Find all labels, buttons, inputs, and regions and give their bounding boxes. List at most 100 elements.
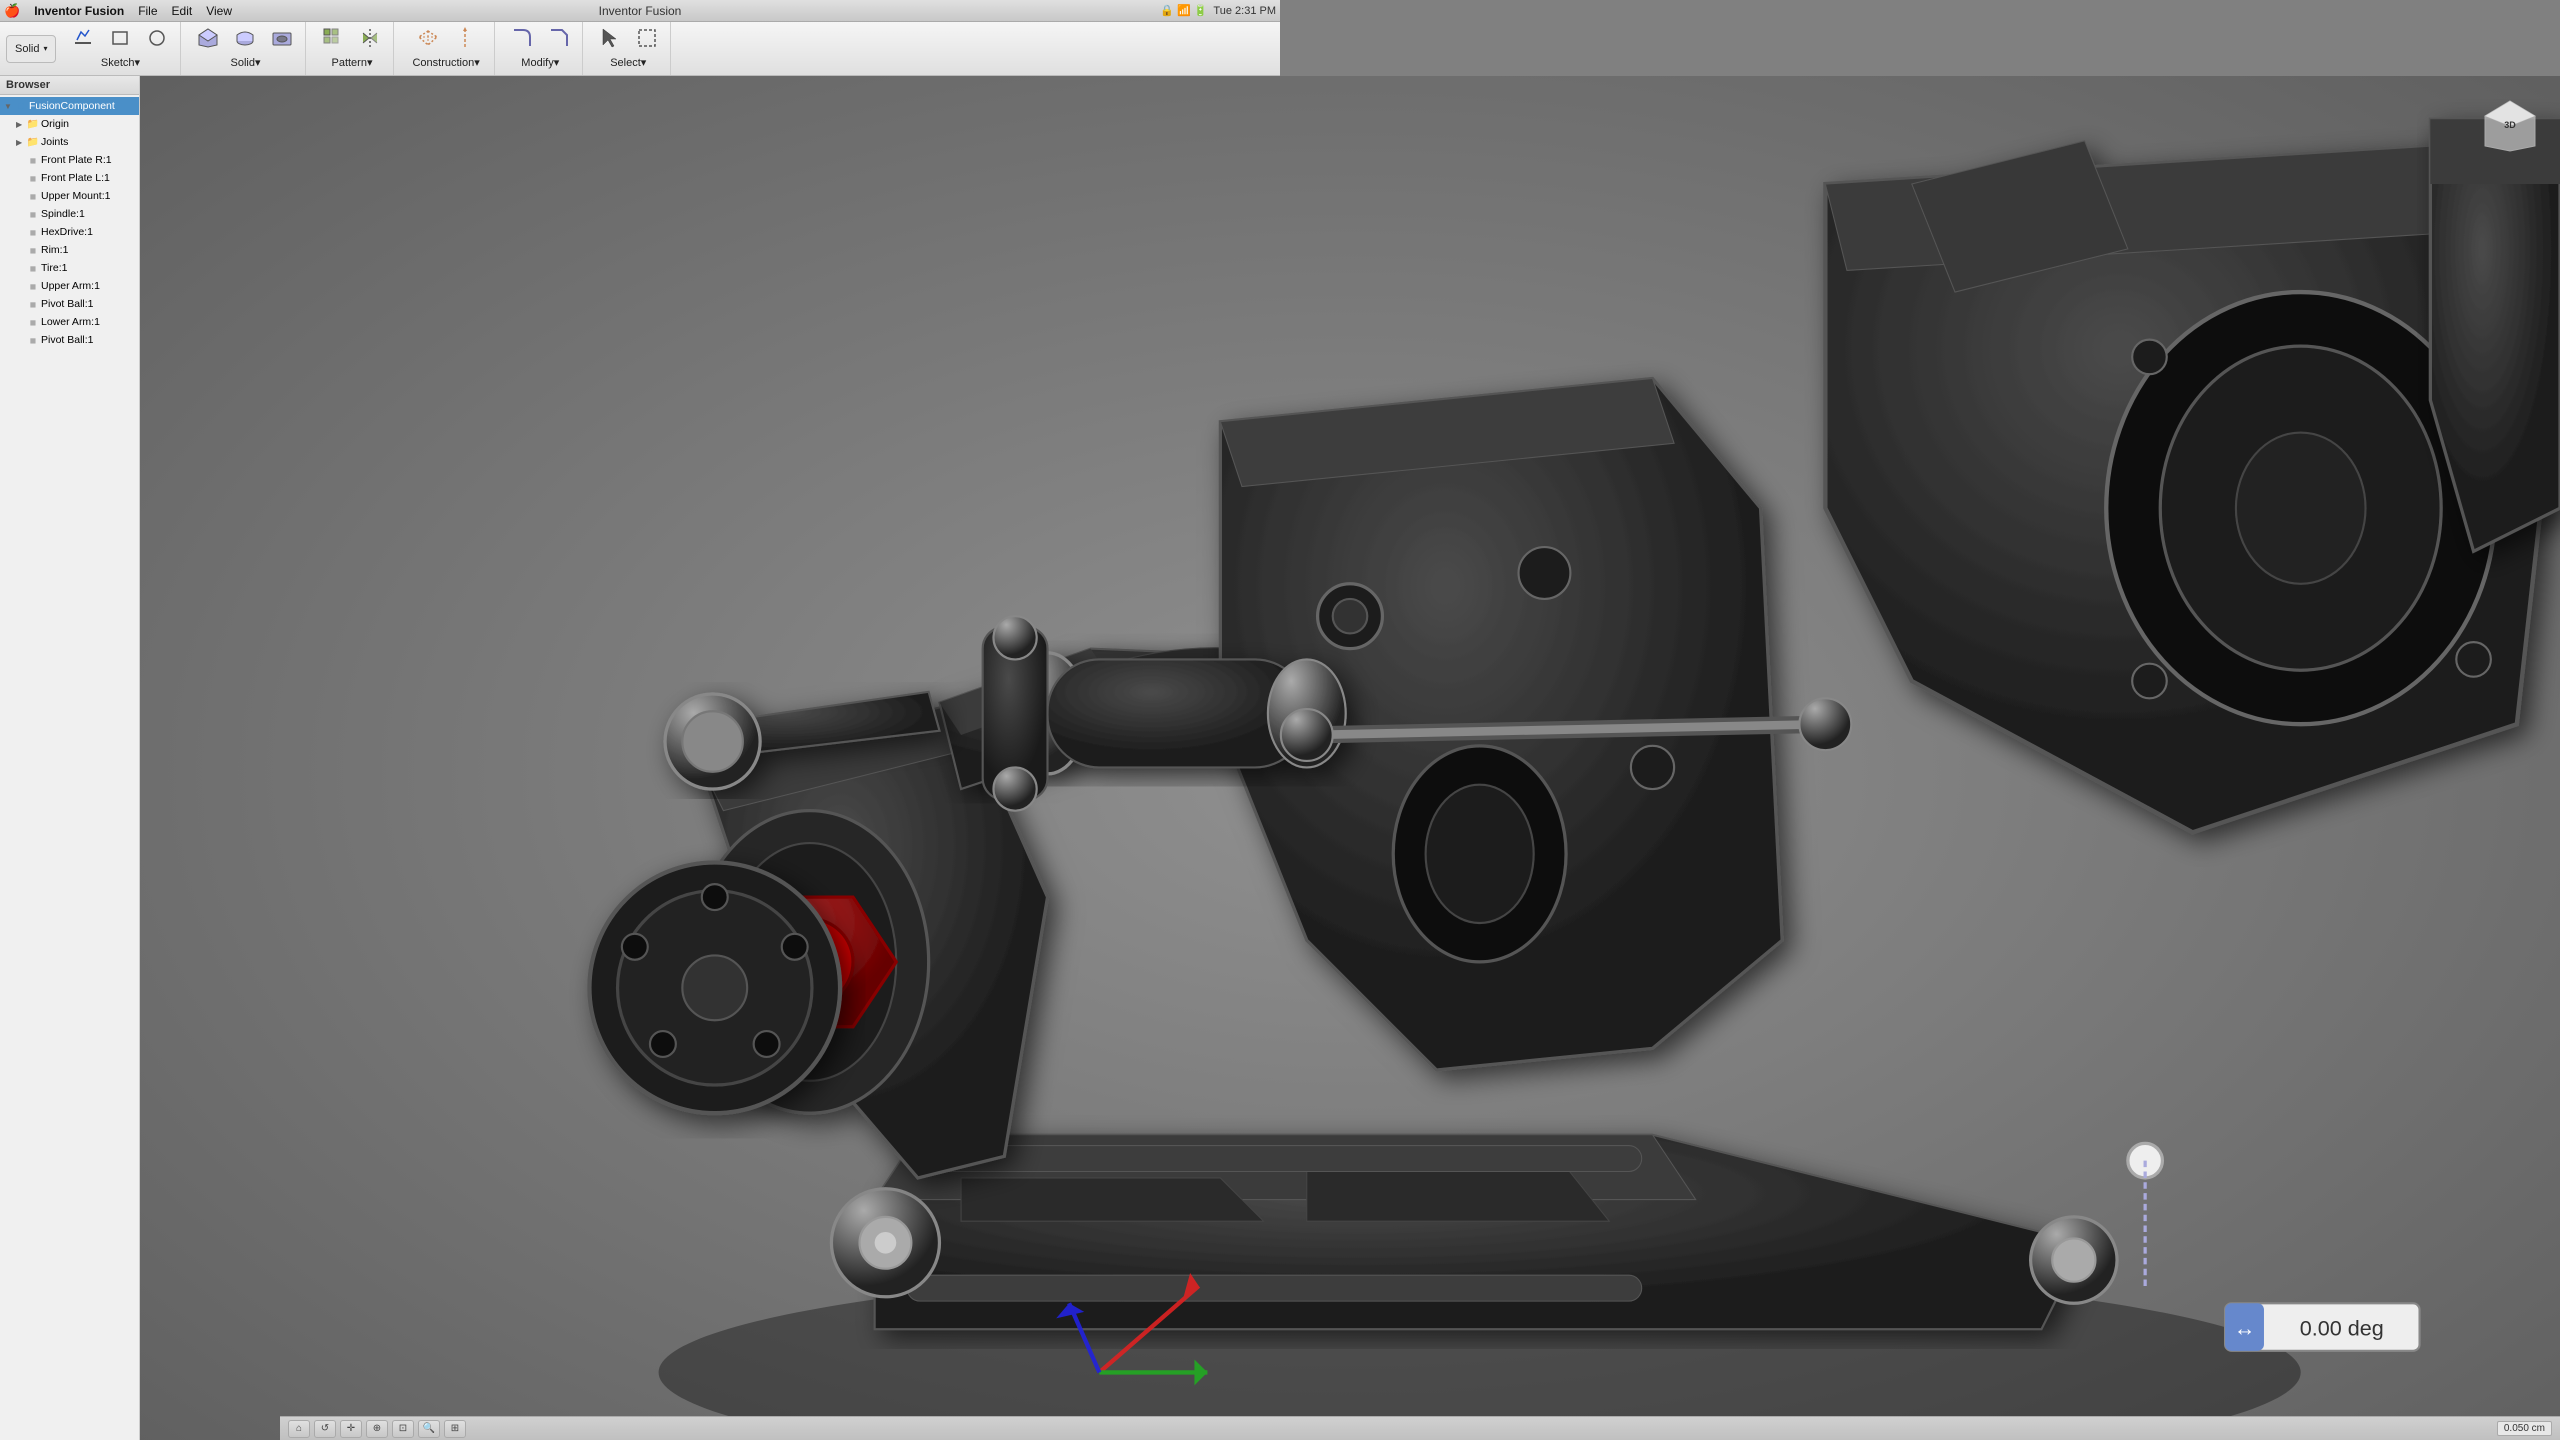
nav-zoom-btn[interactable]: ⊕ bbox=[366, 1420, 388, 1438]
file-menu-item[interactable]: File bbox=[132, 3, 163, 19]
solid-revolve-btn[interactable] bbox=[228, 24, 262, 52]
browser-tree-item-pivot-ball-1a[interactable]: ◼Pivot Ball:1 bbox=[0, 295, 139, 313]
tree-item-icon: ◼ bbox=[27, 226, 39, 238]
browser-tree-item-fusion-component[interactable]: ▼⬡FusionComponent bbox=[0, 97, 139, 115]
nav-toolbar: ⌂ ↺ ✛ ⊕ ⊡ 🔍 ⊞ bbox=[288, 1420, 466, 1438]
solid-hole-btn[interactable] bbox=[265, 24, 299, 52]
modify-chamfer-btn[interactable] bbox=[542, 24, 576, 52]
tree-expand-arrow: ▼ bbox=[4, 102, 14, 111]
modify-dropdown[interactable]: Modify▾ bbox=[513, 52, 567, 73]
tree-item-icon: ⬡ bbox=[15, 100, 27, 112]
app-title: Inventor Fusion bbox=[599, 4, 682, 18]
modify-label: Modify▾ bbox=[521, 56, 559, 69]
pattern-mirror-btn[interactable] bbox=[353, 24, 387, 52]
solid-hole-icon bbox=[270, 26, 294, 50]
measurement-display: 0.050 cm bbox=[2497, 1421, 2552, 1436]
tree-item-icon: ◼ bbox=[27, 298, 39, 310]
sketch-icon-btn[interactable] bbox=[66, 24, 100, 52]
select-box-btn[interactable] bbox=[630, 24, 664, 52]
nav-pan-btn[interactable]: ✛ bbox=[340, 1420, 362, 1438]
pattern-label: Pattern▾ bbox=[331, 56, 372, 69]
browser-tree-item-front-plate-r1[interactable]: ◼Front Plate R:1 bbox=[0, 151, 139, 169]
pattern-mirror-icon bbox=[358, 26, 382, 50]
browser-panel: Browser ▼⬡FusionComponent▶📁Origin▶📁Joint… bbox=[0, 76, 140, 1440]
menu-bar: 🍎 Inventor Fusion File Edit View Invento… bbox=[0, 0, 1280, 22]
browser-tree-item-upper-mount-1[interactable]: ◼Upper Mount:1 bbox=[0, 187, 139, 205]
svg-text:3D: 3D bbox=[2504, 120, 2516, 130]
tree-item-label: Upper Arm:1 bbox=[41, 280, 100, 292]
tree-item-label: Upper Mount:1 bbox=[41, 190, 110, 202]
nav-home-btn[interactable]: ⌂ bbox=[288, 1420, 310, 1438]
select-dropdown[interactable]: Select▾ bbox=[602, 52, 654, 73]
system-icons: 🔒 📶 🔋 bbox=[1160, 4, 1207, 17]
tree-item-label: FusionComponent bbox=[29, 100, 115, 112]
construction-axis-btn[interactable] bbox=[448, 24, 482, 52]
construction-plane-btn[interactable] bbox=[411, 24, 445, 52]
browser-tree-item-origin[interactable]: ▶📁Origin bbox=[0, 115, 139, 133]
toolbar-group-solid: Solid▾ bbox=[185, 22, 306, 75]
solid-chevron: ▾ bbox=[43, 44, 47, 53]
solid-dropdown[interactable]: Solid ▾ bbox=[6, 35, 56, 63]
browser-tree-item-spindle-1[interactable]: ◼Spindle:1 bbox=[0, 205, 139, 223]
browser-tree-item-rim-1[interactable]: ◼Rim:1 bbox=[0, 241, 139, 259]
tree-item-icon: 📁 bbox=[27, 118, 39, 130]
tree-item-label: Spindle:1 bbox=[41, 208, 85, 220]
pattern-rect-btn[interactable] bbox=[316, 24, 350, 52]
browser-tree-item-hexdrive-1[interactable]: ◼HexDrive:1 bbox=[0, 223, 139, 241]
tree-item-label: Front Plate L:1 bbox=[41, 172, 110, 184]
sketch-label: Sketch▾ bbox=[101, 56, 140, 69]
sketch-circle-icon bbox=[145, 26, 169, 50]
apple-menu[interactable]: 🍎 bbox=[4, 3, 20, 19]
pattern-dropdown[interactable]: Pattern▾ bbox=[323, 52, 380, 73]
tree-item-label: Front Plate R:1 bbox=[41, 154, 112, 166]
svg-text:↔: ↔ bbox=[2234, 1316, 2256, 1341]
browser-tree-item-pivot-ball-1b[interactable]: ◼Pivot Ball:1 bbox=[0, 331, 139, 349]
tree-item-icon: ◼ bbox=[27, 280, 39, 292]
browser-tree-item-lower-arm-1[interactable]: ◼Lower Arm:1 bbox=[0, 313, 139, 331]
browser-tree-item-joints[interactable]: ▶📁Joints bbox=[0, 133, 139, 151]
solid-group-label: Solid▾ bbox=[230, 56, 260, 69]
modify-chamfer-icon bbox=[547, 26, 571, 50]
toolbar-group-select: Select▾ bbox=[587, 22, 671, 75]
assembly-svg: ↔ 0.00 deg bbox=[140, 76, 2560, 1440]
tree-expand-arrow: ▶ bbox=[16, 138, 26, 147]
browser-tree-item-tire-1[interactable]: ◼Tire:1 bbox=[0, 259, 139, 277]
sketch-dropdown[interactable]: Sketch▾ bbox=[93, 52, 148, 73]
solid-label: Solid bbox=[15, 43, 39, 55]
construction-dropdown[interactable]: Construction▾ bbox=[404, 52, 487, 73]
view-menu-item[interactable]: View bbox=[200, 3, 238, 19]
browser-title: Browser bbox=[6, 79, 50, 91]
status-bar: ⌂ ↺ ✛ ⊕ ⊡ 🔍 ⊞ 0.050 cm bbox=[280, 1416, 2560, 1440]
viewport-bg: ↔ 0.00 deg 3D ⌂ ↺ ✛ ⊕ bbox=[140, 76, 2560, 1440]
edit-menu-item[interactable]: Edit bbox=[166, 3, 199, 19]
sketch-circle-btn[interactable] bbox=[140, 24, 174, 52]
select-arrow-icon bbox=[598, 26, 622, 50]
toolbar-group-modify: Modify▾ bbox=[499, 22, 583, 75]
select-label: Select▾ bbox=[610, 56, 646, 69]
sketch-rect-icon bbox=[108, 26, 132, 50]
tree-item-label: Pivot Ball:1 bbox=[41, 334, 94, 346]
browser-tree-item-upper-arm-1[interactable]: ◼Upper Arm:1 bbox=[0, 277, 139, 295]
modify-fillet-btn[interactable] bbox=[505, 24, 539, 52]
viewcube[interactable]: 3D bbox=[2480, 96, 2540, 156]
tree-item-icon: ◼ bbox=[27, 208, 39, 220]
nav-grid-btn[interactable]: ⊞ bbox=[444, 1420, 466, 1438]
sketch-rect-btn[interactable] bbox=[103, 24, 137, 52]
solid-revolve-icon bbox=[233, 26, 257, 50]
browser-tree: ▼⬡FusionComponent▶📁Origin▶📁Joints◼Front … bbox=[0, 95, 139, 1435]
construction-plane-icon bbox=[416, 26, 440, 50]
viewport[interactable]: ↔ 0.00 deg 3D ⌂ ↺ ✛ ⊕ bbox=[140, 76, 2560, 1440]
tree-expand-arrow: ▶ bbox=[16, 120, 26, 129]
select-arrow-btn[interactable] bbox=[593, 24, 627, 52]
tree-item-icon: 📁 bbox=[27, 136, 39, 148]
nav-fit-btn[interactable]: ⊡ bbox=[392, 1420, 414, 1438]
nav-zoomin-btn[interactable]: 🔍 bbox=[418, 1420, 440, 1438]
app-menu-item[interactable]: Inventor Fusion bbox=[28, 3, 130, 19]
solid-group-dropdown[interactable]: Solid▾ bbox=[222, 52, 268, 73]
toolbar: Solid ▾ bbox=[0, 22, 1280, 76]
solid-extrude-btn[interactable] bbox=[191, 24, 225, 52]
tree-item-label: HexDrive:1 bbox=[41, 226, 93, 238]
browser-tree-item-front-plate-l1[interactable]: ◼Front Plate L:1 bbox=[0, 169, 139, 187]
tree-item-label: Tire:1 bbox=[41, 262, 67, 274]
nav-orbit-btn[interactable]: ↺ bbox=[314, 1420, 336, 1438]
